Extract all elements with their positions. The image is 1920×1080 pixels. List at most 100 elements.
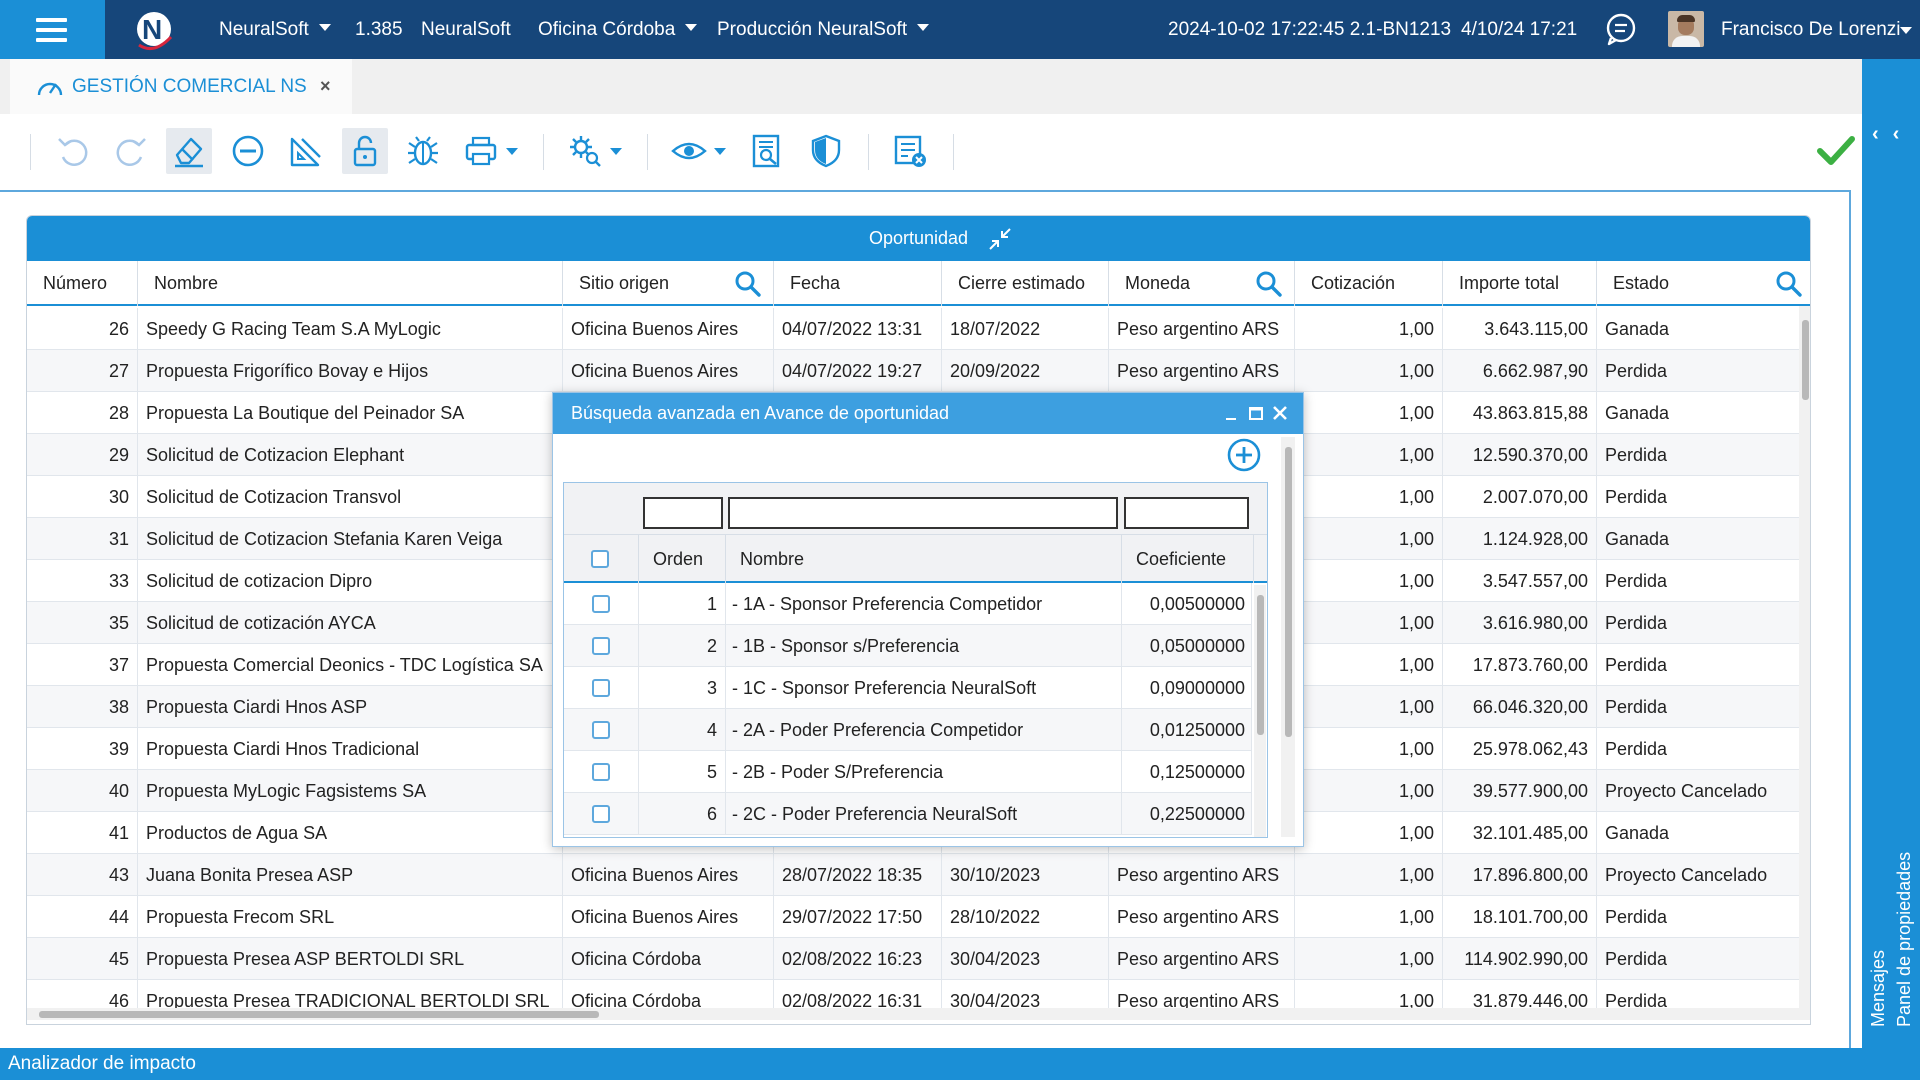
dialog-grid-header: Orden Nombre Coeficiente	[564, 535, 1267, 583]
redo-button[interactable]	[108, 128, 154, 174]
row-checkbox[interactable]	[592, 679, 610, 697]
search-icon[interactable]	[734, 270, 762, 298]
row-checkbox[interactable]	[592, 595, 610, 613]
horizontal-scrollbar[interactable]	[27, 1008, 1799, 1020]
security-button[interactable]	[803, 128, 849, 174]
column-header-coeficiente[interactable]: Coeficiente	[1122, 535, 1254, 583]
vertical-scrollbar[interactable]	[1281, 437, 1295, 837]
close-icon[interactable]	[1271, 404, 1289, 422]
cell-orden: 2	[639, 625, 726, 667]
check-icon[interactable]	[1816, 130, 1856, 170]
cell-nombre: Propuesta Ciardi Hnos Tradicional	[138, 728, 563, 770]
dialog-grid-body: 1- 1A - Sponsor Preferencia Competidor 0,…	[564, 583, 1252, 837]
hamburger-menu-button[interactable]	[0, 0, 105, 59]
row-checkbox[interactable]	[592, 637, 610, 655]
cell-moneda: Peso argentino ARS	[1109, 308, 1295, 350]
list-item[interactable]: 6- 2C - Poder Preferencia NeuralSoft 0,22…	[564, 793, 1252, 835]
eraser-button[interactable]	[166, 128, 212, 174]
view-button[interactable]	[666, 128, 730, 174]
table-row[interactable]: 43 Juana Bonita Presea ASP Oficina Buenos …	[27, 854, 1799, 896]
column-header-importe-total[interactable]: Importe total	[1443, 261, 1597, 306]
nombre-filter-input[interactable]	[728, 497, 1118, 529]
app-selector[interactable]: NeuralSoft	[219, 0, 331, 59]
cell-cotizacion: 1,00	[1295, 980, 1443, 1008]
list-item[interactable]: 3- 1C - Sponsor Preferencia NeuralSoft 0,…	[564, 667, 1252, 709]
chat-icon[interactable]	[1604, 12, 1638, 46]
cell-cotizacion: 1,00	[1295, 560, 1443, 602]
table-row[interactable]: 27 Propuesta Frigorífico Bovay e Hijos Ofi…	[27, 350, 1799, 392]
column-header-fecha[interactable]: Fecha	[774, 261, 942, 306]
settings-search-button[interactable]	[562, 128, 626, 174]
grid-title: Oportunidad	[868, 228, 969, 248]
cell-importe-total: 31.879.446,00	[1443, 980, 1597, 1008]
table-row[interactable]: 26 Speedy G Racing Team S.A MyLogic Oficin…	[27, 308, 1799, 350]
chevron-down-icon[interactable]	[1900, 27, 1912, 34]
column-header-cotizacion[interactable]: Cotización	[1295, 261, 1443, 306]
print-button[interactable]	[458, 128, 522, 174]
cell-coeficiente: 0,22500000	[1122, 793, 1252, 835]
column-header-nombre[interactable]: Nombre	[726, 535, 1122, 583]
list-item[interactable]: 2- 1B - Sponsor s/Preferencia 0,05000000	[564, 625, 1252, 667]
table-row[interactable]: 45 Propuesta Presea ASP BERTOLDI SRL Ofici…	[27, 938, 1799, 980]
tab-gestion-comercial[interactable]: GESTIÓN COMERCIAL NS ×	[10, 59, 352, 114]
list-item[interactable]: 4- 2A - Poder Preferencia Competidor 0,01…	[564, 709, 1252, 751]
table-row[interactable]: 46 Propuesta Presea TRADICIONAL BERTOLDI …	[27, 980, 1799, 1008]
column-header-cierre-estimado[interactable]: Cierre estimado	[942, 261, 1109, 306]
select-all-checkbox[interactable]	[591, 550, 609, 568]
cell-importe-total: 25.978.062,43	[1443, 728, 1597, 770]
row-select-cell	[564, 583, 639, 625]
column-header-numero[interactable]: Número	[27, 261, 138, 306]
column-header-label: Cierre estimado	[958, 273, 1086, 293]
search-icon[interactable]	[1775, 270, 1803, 298]
user-menu[interactable]: Francisco De Lorenzi	[1721, 0, 1901, 59]
cell-cotizacion: 1,00	[1295, 350, 1443, 392]
cell-moneda: Peso argentino ARS	[1109, 896, 1295, 938]
properties-panel-tab[interactable]: Panel de propiedades	[1894, 852, 1915, 1027]
cell-estado: Ganada	[1597, 308, 1799, 350]
cell-numero: 39	[27, 728, 138, 770]
cell-cierre-estimado: 20/09/2022	[942, 350, 1109, 392]
undo-button[interactable]	[50, 128, 96, 174]
coeficiente-filter-input[interactable]	[1124, 497, 1249, 529]
remove-button[interactable]	[225, 128, 271, 174]
dialog-title-bar[interactable]: Búsqueda avanzada en Avance de oportunid…	[553, 393, 1303, 434]
list-item[interactable]: 5- 2B - Poder S/Preferencia 0,12500000	[564, 751, 1252, 793]
row-checkbox[interactable]	[592, 805, 610, 823]
cell-sitio-origen: Oficina Buenos Aires	[563, 308, 774, 350]
debug-button[interactable]	[400, 128, 446, 174]
report-search-button[interactable]	[744, 128, 790, 174]
design-button[interactable]	[283, 128, 329, 174]
cell-estado: Perdida	[1597, 896, 1799, 938]
office-selector[interactable]: Oficina Córdoba	[538, 0, 698, 59]
close-icon[interactable]: ×	[320, 59, 331, 114]
cell-importe-total: 3.616.980,00	[1443, 602, 1597, 644]
row-checkbox[interactable]	[592, 721, 610, 739]
minimize-icon[interactable]	[1223, 404, 1241, 422]
cell-fecha: 04/07/2022 19:27	[774, 350, 942, 392]
chevron-left-icon[interactable]: ‹‹	[1872, 123, 1913, 146]
impact-analyzer-bar[interactable]: Analizador de impacto	[0, 1048, 1862, 1080]
messages-tab[interactable]: Mensajes	[1868, 950, 1889, 1027]
vertical-scrollbar[interactable]	[1799, 306, 1810, 1020]
search-icon[interactable]	[1255, 270, 1283, 298]
collapse-icon[interactable]	[988, 227, 1012, 251]
cell-nombre: Propuesta Presea TRADICIONAL BERTOLDI SR…	[138, 980, 563, 1008]
vertical-scrollbar[interactable]	[1254, 585, 1266, 837]
list-delete-button[interactable]	[887, 128, 933, 174]
list-item[interactable]: 1- 1A - Sponsor Preferencia Competidor 0,…	[564, 583, 1252, 625]
row-checkbox[interactable]	[592, 763, 610, 781]
chevron-down-icon	[610, 148, 622, 155]
cell-estado: Perdida	[1597, 560, 1799, 602]
environment-selector[interactable]: Producción NeuralSoft	[717, 0, 930, 59]
column-header-nombre[interactable]: Nombre	[138, 261, 563, 306]
toolbar-separator	[647, 134, 648, 170]
maximize-icon[interactable]	[1247, 404, 1265, 422]
cell-estado: Perdida	[1597, 476, 1799, 518]
avatar[interactable]	[1668, 11, 1704, 47]
neuralsoft-logo-icon: N	[137, 12, 173, 51]
orden-filter-input[interactable]	[643, 497, 723, 529]
unlock-button[interactable]	[342, 128, 388, 174]
table-row[interactable]: 44 Propuesta Frecom SRL Oficina Buenos Air…	[27, 896, 1799, 938]
column-header-orden[interactable]: Orden	[639, 535, 726, 583]
add-icon[interactable]	[1226, 437, 1262, 473]
